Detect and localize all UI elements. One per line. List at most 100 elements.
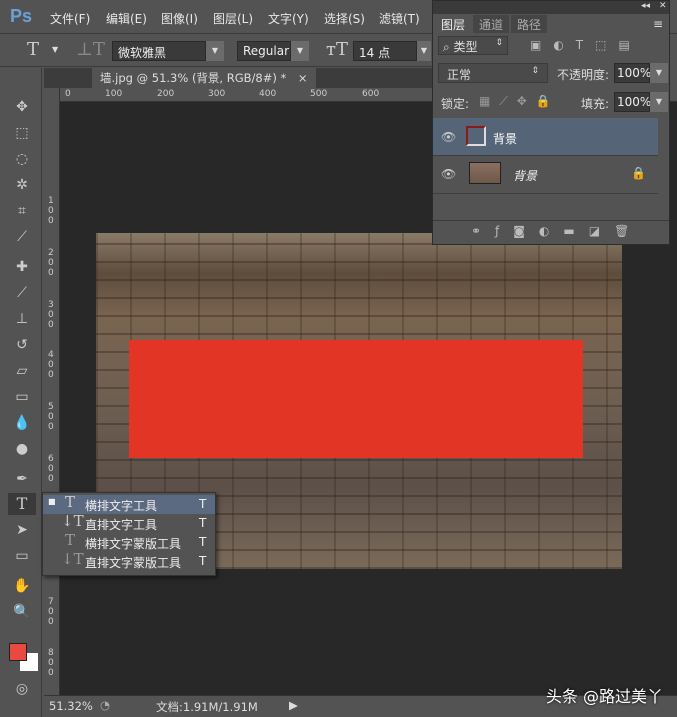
- horizontal-type-icon: T: [65, 493, 76, 511]
- ruler-label: 500: [310, 89, 328, 99]
- menu-file[interactable]: 文件(F): [50, 10, 90, 27]
- ruler-label: 100: [105, 89, 123, 99]
- crop-tool-icon[interactable]: ⌗: [8, 200, 36, 222]
- ruler-label: 400: [259, 89, 277, 99]
- ruler-label: 600: [362, 89, 380, 99]
- ruler-label: 200: [157, 89, 175, 99]
- red-rectangle-shape[interactable]: [129, 340, 583, 458]
- vertical-type-icon: ↓T: [61, 512, 84, 530]
- collapse-icon[interactable]: ◂◂: [641, 1, 650, 11]
- ruler-label: 0: [65, 89, 71, 99]
- eye-icon[interactable]: 👁: [441, 130, 456, 144]
- ruler-label: 1 0 0: [48, 196, 54, 226]
- close-icon[interactable]: ×: [298, 71, 308, 85]
- horizontal-type-mask-icon: T: [65, 531, 76, 549]
- stamp-tool-icon[interactable]: ⊥: [8, 308, 36, 330]
- font-family-select[interactable]: 微软雅黑: [112, 41, 206, 61]
- panel-menu-icon[interactable]: ≡: [653, 17, 663, 31]
- menu-edit[interactable]: 编辑(E): [106, 10, 147, 27]
- move-tool-icon[interactable]: ✥: [8, 96, 36, 118]
- filter-icons[interactable]: ▣◐T⬚▤: [530, 38, 642, 52]
- document-tab[interactable]: 墙.jpg @ 51.3% (背景, RGB/8#) * ×: [92, 68, 316, 88]
- lock-icons[interactable]: ▦⟋✥🔒: [479, 94, 560, 109]
- path-selection-icon[interactable]: ➤: [8, 519, 36, 541]
- gradient-tool-icon[interactable]: ▭: [8, 386, 36, 408]
- menu-select[interactable]: 选择(S): [324, 10, 365, 27]
- menu-image[interactable]: 图像(I): [161, 10, 198, 27]
- tab-layers[interactable]: 图层: [435, 15, 472, 33]
- ruler-label: 300: [208, 89, 226, 99]
- opacity-label: 不透明度:: [557, 68, 610, 82]
- eye-icon[interactable]: 👁: [441, 167, 456, 181]
- tab-paths[interactable]: 路径: [511, 15, 548, 33]
- layer-row-shape[interactable]: 👁 背景: [433, 118, 658, 156]
- fill-input[interactable]: 100%: [614, 92, 651, 112]
- chevron-down-icon[interactable]: ▼: [206, 41, 224, 61]
- document-tabs: 墙.jpg @ 51.3% (背景, RGB/8#) * ×: [44, 68, 434, 88]
- watermark: 头条 @路过美丫: [545, 687, 663, 706]
- type-tool-flyout: ■ T 横排文字工具 T ↓T 直排文字工具 T T 横排文字蒙版工具 T ↓T…: [42, 492, 216, 576]
- chevron-down-icon[interactable]: ▼: [417, 41, 431, 61]
- flyout-vertical-type-mask[interactable]: ↓T 直排文字蒙版工具 T: [43, 550, 215, 571]
- lasso-tool-icon[interactable]: ◌: [8, 148, 36, 170]
- ruler-label: 3 0 0: [48, 300, 54, 330]
- zoom-tool-icon[interactable]: 🔍: [8, 601, 36, 623]
- layer-name[interactable]: 背景: [493, 130, 517, 147]
- ruler-label: 4 0 0: [48, 350, 54, 380]
- lock-icon: 🔒: [631, 166, 646, 180]
- type-tool-icon[interactable]: T: [8, 493, 36, 515]
- status-info-icon[interactable]: ◔: [100, 698, 110, 712]
- chevron-down-icon[interactable]: ▼: [291, 41, 309, 61]
- layers-panel: ◂◂ ✕ 图层 通道 路径 ≡ ⌕ 类型 ⇕ ▣◐T⬚▤ 正常 ⇕ 不透明度: 1…: [432, 0, 670, 245]
- chevron-down-icon[interactable]: ▼: [650, 63, 668, 83]
- status-menu-arrow-icon[interactable]: ▶: [289, 698, 298, 712]
- ruler-label: 6 0 0: [48, 454, 54, 484]
- layer-name[interactable]: 背景: [513, 167, 537, 184]
- type-tool-preset-icon[interactable]: T: [27, 39, 39, 60]
- ruler-label: 8 0 0: [48, 648, 54, 678]
- rectangle-tool-icon[interactable]: ▭: [8, 545, 36, 567]
- preset-dropdown-icon[interactable]: ▼: [52, 45, 58, 54]
- hand-tool-icon[interactable]: ✋: [8, 575, 36, 597]
- font-size-icon: тT: [326, 39, 348, 60]
- document-title: 墙.jpg @ 51.3% (背景, RGB/8#) *: [100, 71, 287, 85]
- pen-tool-icon[interactable]: ✒: [8, 468, 36, 490]
- font-size-select[interactable]: 14 点: [353, 41, 417, 61]
- marquee-tool-icon[interactable]: ⬚: [8, 122, 36, 144]
- menu-filter[interactable]: 滤镜(T): [379, 10, 420, 27]
- magic-wand-icon[interactable]: ✲: [8, 174, 36, 196]
- font-style-select[interactable]: Regular: [237, 41, 291, 61]
- blur-tool-icon[interactable]: 💧: [8, 412, 36, 434]
- healing-brush-icon[interactable]: ✚: [8, 256, 36, 278]
- zoom-level[interactable]: 51.32%: [49, 699, 93, 713]
- lock-label: 锁定:: [441, 97, 470, 111]
- toolbox: ✥ ⬚ ◌ ✲ ⌗ ⟋ ✚ ⟋ ⊥ ↺ ▱ ▭ 💧 ● ✒ T ➤ ▭ ✋ 🔍 …: [0, 68, 42, 717]
- blend-mode-select[interactable]: 正常 ⇕: [438, 63, 548, 83]
- tab-channels[interactable]: 通道: [473, 15, 510, 33]
- ps-logo: Ps: [10, 6, 33, 26]
- quick-mask-icon[interactable]: ◎: [8, 678, 36, 700]
- dodge-tool-icon[interactable]: ●: [8, 438, 36, 460]
- vertical-type-mask-icon: ↓T: [61, 550, 84, 568]
- opacity-input[interactable]: 100%: [614, 63, 651, 83]
- ruler-label: 7 0 0: [48, 597, 54, 627]
- close-panel-icon[interactable]: ✕: [659, 1, 667, 11]
- document-size: 文档:1.91M/1.91M: [156, 700, 258, 714]
- layer-actions-bar[interactable]: ⚭ƒ◙◐▬◪🗑: [433, 220, 669, 244]
- image-layer-thumbnail: [469, 162, 501, 184]
- options-bar: T ▼ ⊥T 微软雅黑 ▼ Regular ▼ тT 14 点 ▼: [0, 35, 432, 67]
- fill-label: 填充:: [581, 97, 610, 111]
- eraser-icon[interactable]: ▱: [8, 360, 36, 382]
- menu-type[interactable]: 文字(Y): [268, 10, 309, 27]
- layer-row-background[interactable]: 👁 背景 🔒: [433, 156, 658, 194]
- shape-layer-thumbnail: [466, 126, 486, 146]
- layer-filter-select[interactable]: ⌕ 类型 ⇕: [438, 36, 508, 55]
- history-brush-icon[interactable]: ↺: [8, 334, 36, 356]
- ruler-label: 2 0 0: [48, 248, 54, 278]
- foreground-color[interactable]: [9, 643, 27, 661]
- eyedropper-icon[interactable]: ⟋: [8, 226, 36, 248]
- toggle-orientation-icon[interactable]: ⊥T: [76, 39, 105, 60]
- brush-tool-icon[interactable]: ⟋: [8, 282, 36, 304]
- chevron-down-icon[interactable]: ▼: [650, 92, 668, 112]
- menu-layer[interactable]: 图层(L): [213, 10, 253, 27]
